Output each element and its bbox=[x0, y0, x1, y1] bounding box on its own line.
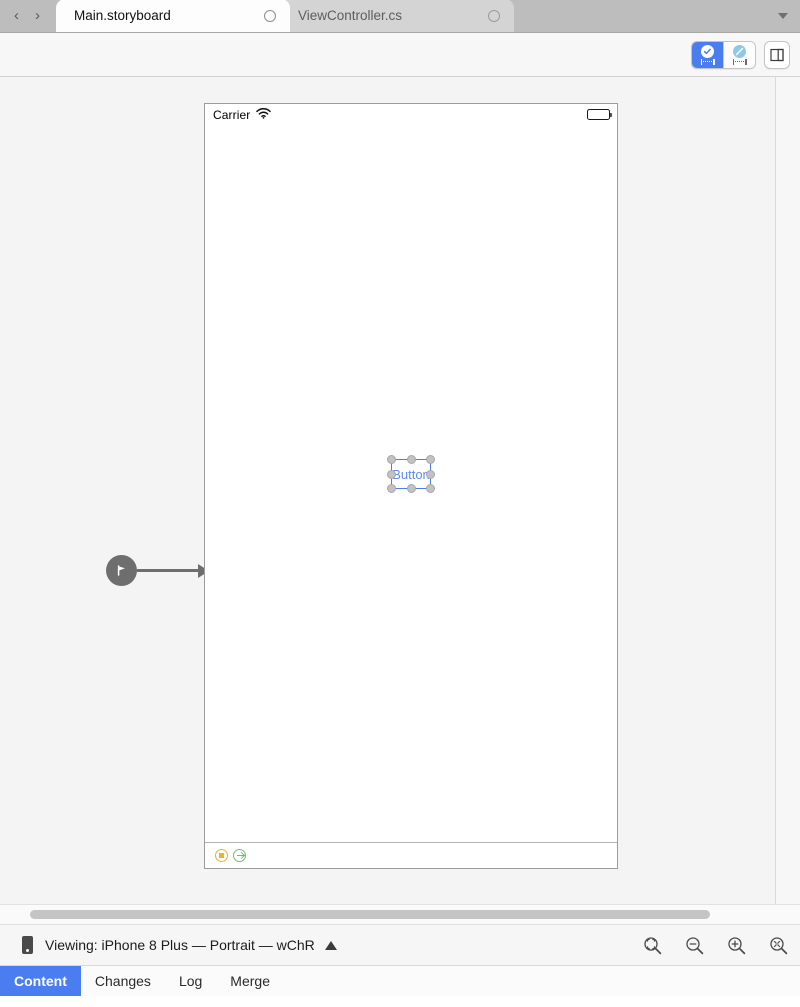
bottom-tab-merge[interactable]: Merge bbox=[216, 966, 284, 996]
resize-handle-bottom-middle[interactable] bbox=[406, 484, 416, 493]
slash-circle-icon bbox=[733, 44, 746, 58]
right-panel-strip bbox=[775, 77, 800, 904]
scrollbar-track[interactable] bbox=[10, 905, 790, 925]
entry-point-line bbox=[137, 569, 199, 572]
tab-main-storyboard[interactable]: Main.storyboard bbox=[56, 0, 290, 32]
device-chooser-triangle-icon[interactable] bbox=[324, 940, 337, 950]
device-view-area[interactable]: Button bbox=[205, 125, 617, 842]
exit-icon[interactable] bbox=[233, 849, 246, 862]
bottom-tab-changes[interactable]: Changes bbox=[81, 966, 165, 996]
storyboard-canvas[interactable]: Carrier Button bbox=[0, 77, 800, 904]
resize-handle-bottom-right[interactable] bbox=[426, 484, 435, 493]
resize-handle-top-right[interactable] bbox=[426, 455, 435, 464]
editor-tab-bar: ‹ › ViewController.cs Main.storyboard bbox=[0, 0, 800, 33]
horizontal-scrollbar[interactable] bbox=[0, 904, 800, 924]
chevron-down-icon bbox=[778, 12, 788, 19]
flag-icon bbox=[106, 555, 137, 586]
check-circle-icon bbox=[701, 44, 714, 58]
device-scene[interactable]: Carrier Button bbox=[204, 103, 618, 869]
tab-label: Main.storyboard bbox=[74, 8, 171, 23]
bottom-tab-bar: Content Changes Log Merge bbox=[0, 965, 800, 996]
resize-handle-middle-right[interactable] bbox=[426, 469, 435, 479]
canvas-status-bar: Viewing: iPhone 8 Plus — Portrait — wChR bbox=[0, 924, 800, 965]
bottom-tab-log[interactable]: Log bbox=[165, 966, 216, 996]
storyboard-entry-point[interactable] bbox=[106, 555, 209, 586]
constraint-line-icon bbox=[700, 58, 715, 65]
resize-handle-middle-left[interactable] bbox=[387, 469, 396, 479]
zoom-to-fit-button[interactable] bbox=[643, 936, 662, 955]
bottom-tab-content[interactable]: Content bbox=[0, 966, 81, 996]
wifi-icon bbox=[256, 107, 272, 122]
resize-handle-top-middle[interactable] bbox=[406, 455, 416, 464]
tab-overflow-menu-button[interactable] bbox=[766, 0, 800, 32]
constraints-disabled-button[interactable] bbox=[724, 41, 755, 68]
zoom-controls bbox=[643, 936, 788, 955]
selected-button-wrapper[interactable]: Button bbox=[387, 455, 435, 493]
resize-handle-bottom-left[interactable] bbox=[387, 484, 396, 493]
panel-icon bbox=[770, 48, 784, 61]
constraints-enabled-button[interactable] bbox=[692, 41, 723, 68]
close-icon[interactable] bbox=[264, 9, 276, 22]
zoom-actual-size-button[interactable] bbox=[769, 936, 788, 955]
viewing-label: Viewing: iPhone 8 Plus — Portrait — wChR bbox=[45, 937, 315, 953]
carrier-label: Carrier bbox=[213, 107, 251, 122]
view-controller-icon[interactable] bbox=[215, 849, 228, 862]
tab-label: ViewController.cs bbox=[298, 8, 403, 23]
zoom-out-button[interactable] bbox=[685, 936, 704, 955]
resize-handle-top-left[interactable] bbox=[387, 455, 396, 464]
back-chevron-icon[interactable]: ‹ bbox=[14, 8, 19, 23]
editor-toolbar bbox=[0, 33, 800, 77]
toggle-inspector-panel-button[interactable] bbox=[764, 40, 790, 69]
phone-icon bbox=[22, 936, 33, 954]
scene-dock bbox=[205, 842, 617, 868]
close-icon[interactable] bbox=[488, 9, 500, 22]
tab-viewcontroller-cs[interactable]: ViewController.cs bbox=[280, 0, 514, 32]
constraints-segmented-control bbox=[691, 40, 756, 69]
forward-chevron-icon[interactable]: › bbox=[35, 8, 40, 23]
scrollbar-thumb[interactable] bbox=[30, 909, 710, 919]
tab-bar-spacer bbox=[514, 0, 766, 32]
device-status-bar: Carrier bbox=[205, 104, 617, 125]
battery-icon bbox=[587, 109, 612, 120]
constraint-line-icon bbox=[732, 58, 747, 65]
zoom-in-button[interactable] bbox=[727, 936, 746, 955]
navigation-arrows: ‹ › bbox=[0, 0, 56, 32]
